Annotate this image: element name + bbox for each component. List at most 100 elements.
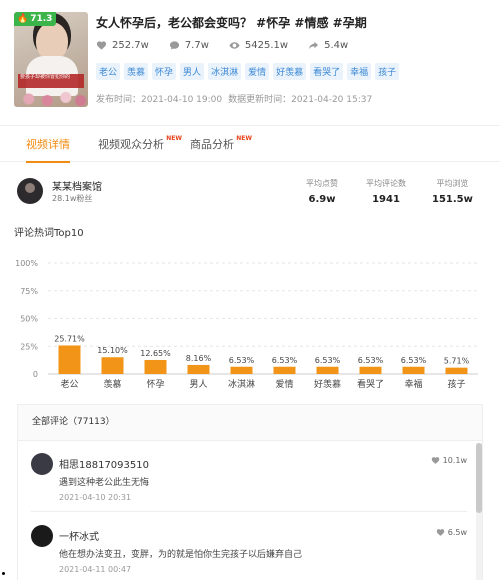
tab-label: 视频详情 [26, 138, 70, 151]
data-label: 5.71% [444, 357, 470, 366]
comment-divider [31, 511, 467, 512]
tag-list: 老公 羡慕 怀孕 男人 冰淇淋 爱情 好羡慕 看哭了 幸福 孩子 [96, 63, 400, 80]
comment-icon [169, 41, 179, 50]
commenter-avatar[interactable] [31, 453, 53, 475]
share-icon [308, 41, 319, 50]
x-tick-label: 幸福 [404, 378, 422, 390]
x-tick-label: 老公 [60, 378, 78, 390]
shares-stat: 5.4w [308, 40, 348, 51]
y-tick-label: 100% [15, 259, 38, 268]
x-tick-label: 爱情 [275, 378, 293, 390]
bar [230, 366, 253, 374]
tag[interactable]: 爱情 [245, 63, 270, 80]
data-label: 6.53% [272, 356, 298, 365]
tag[interactable]: 幸福 [347, 63, 372, 80]
data-label: 6.53% [358, 356, 384, 365]
bar [359, 366, 382, 374]
comment-likes[interactable]: 10.1w [431, 456, 467, 465]
author-fans: 28.1w粉丝 [52, 194, 93, 203]
likes-stat: 252.7w [96, 40, 149, 51]
thumbnail-caption: 要孩子却被你冒犯你的 [18, 74, 84, 88]
views-count: 5425.1w [244, 40, 289, 51]
eye-icon [229, 42, 240, 49]
shares-count: 5.4w [324, 40, 349, 51]
data-label: 25.71% [54, 334, 85, 343]
publish-time: 发布时间：2021-04-10 19:00 [96, 95, 223, 105]
y-tick-label: 0 [33, 370, 38, 379]
tab-product-analysis[interactable]: 商品分析 NEW [190, 126, 252, 163]
bar [144, 359, 167, 374]
data-label: 6.53% [229, 356, 255, 365]
tag[interactable]: 怀孕 [152, 63, 177, 80]
update-time: 数据更新时间：2021-04-20 15:37 [228, 95, 373, 105]
new-badge: NEW [236, 135, 252, 142]
tag[interactable]: 男人 [180, 63, 205, 80]
tab-audience-analysis[interactable]: 视频观众分析 NEW [98, 126, 182, 163]
new-badge: NEW [166, 135, 182, 142]
likes-count: 252.7w [112, 40, 149, 51]
x-tick-label: 孩子 [447, 378, 465, 390]
tag[interactable]: 好羡慕 [273, 63, 307, 80]
comments-panel: 全部评论（77113） 相思18817093510 遇到这种老公此生无悔 202… [17, 404, 483, 580]
tag[interactable]: 羡慕 [124, 63, 149, 80]
comment-time: 2021-04-10 20:31 [59, 493, 132, 502]
tag[interactable]: 看哭了 [310, 63, 344, 80]
tab-video-details[interactable]: 视频详情 [26, 126, 70, 163]
comment-text: 他在想办法变丑，变胖，为的就是怕你生完孩子以后嫌弃自己 [59, 550, 303, 560]
avg-comments: 平均评论数 1941 [366, 178, 406, 205]
comments-scrollbar[interactable] [476, 443, 482, 580]
scrollbar-thumb[interactable] [476, 443, 482, 513]
flame-icon: 🔥 [17, 14, 29, 24]
x-tick-label: 看哭了 [357, 378, 384, 390]
video-title[interactable]: 女人怀孕后，老公都会变吗？ #怀孕 #情感 #孕期 [96, 14, 367, 31]
x-tick-label: 怀孕 [146, 378, 164, 390]
tag[interactable]: 冰淇淋 [208, 63, 242, 80]
tab-label: 视频观众分析 [98, 138, 164, 151]
commenter-avatar[interactable] [31, 525, 53, 547]
author-name[interactable]: 某某档案馆 [52, 178, 102, 193]
video-thumbnail[interactable]: 要孩子却被你冒犯你的 [14, 12, 88, 107]
comment-time: 2021-04-11 00:47 [59, 565, 132, 574]
comment-likes[interactable]: 6.5w [436, 528, 467, 537]
y-tick-label: 25% [20, 342, 38, 351]
tab-label: 商品分析 [190, 138, 234, 151]
avg-views: 平均浏览 151.5w [432, 178, 473, 205]
views-stat: 5425.1w [229, 40, 288, 51]
avg-label: 平均浏览 [436, 179, 469, 188]
comments-stat: 7.7w [169, 40, 209, 51]
avg-value: 1941 [372, 194, 400, 205]
tag[interactable]: 孩子 [375, 63, 400, 80]
data-label: 6.53% [401, 356, 427, 365]
y-tick-label: 75% [20, 287, 38, 296]
bar [58, 345, 81, 374]
video-stats: 252.7w 7.7w 5425.1w 5.4w [96, 40, 348, 51]
commenter-name[interactable]: 相思18817093510 [59, 456, 149, 471]
heart-icon [431, 457, 439, 464]
data-label: 15.10% [97, 346, 128, 355]
data-label: 8.16% [186, 354, 212, 363]
x-tick-label: 羡慕 [103, 378, 121, 390]
chart-title: 评论热词Top10 [14, 228, 84, 239]
x-tick-label: 好羡慕 [314, 378, 341, 390]
avg-label: 平均评论数 [366, 179, 406, 188]
data-label: 12.65% [140, 349, 171, 358]
tag[interactable]: 老公 [96, 63, 121, 80]
avg-label: 平均点赞 [306, 179, 338, 188]
heart-icon [96, 41, 107, 50]
tab-bar: 视频详情 视频观众分析 NEW 商品分析 NEW [0, 125, 500, 163]
data-label: 6.53% [315, 356, 341, 365]
heart-icon [436, 529, 444, 536]
score-badge: 🔥 71.3 [14, 12, 57, 26]
avg-value: 151.5w [432, 194, 473, 205]
avg-likes: 平均点赞 6.9w [306, 178, 338, 205]
avg-value: 6.9w [308, 194, 336, 205]
bar [445, 367, 468, 374]
thumbnail-person [36, 22, 68, 60]
bar [187, 364, 210, 374]
commenter-name[interactable]: 一杯冰式 [59, 528, 99, 543]
bar [402, 366, 425, 374]
comments-header: 全部评论（77113） [18, 405, 482, 441]
comments-count: 7.7w [184, 40, 209, 51]
author-avatar[interactable] [17, 178, 43, 204]
bar [101, 357, 124, 374]
